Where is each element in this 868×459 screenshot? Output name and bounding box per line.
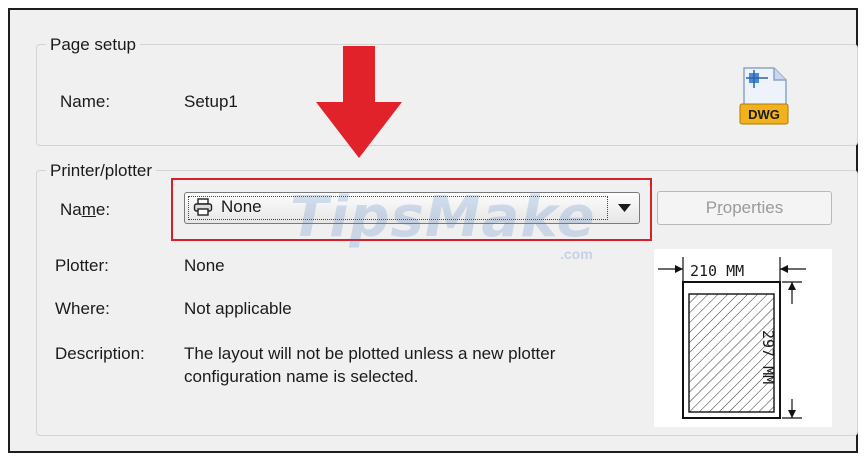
where-value: Not applicable: [184, 299, 292, 318]
printer-name-label-post: e:: [95, 200, 111, 219]
paper-width-label: 210 MM: [690, 262, 745, 280]
properties-label-pre: P: [705, 198, 718, 217]
description-line-2: configuration name is selected.: [184, 367, 419, 386]
description-label: Description:: [55, 344, 145, 363]
page-setup-name-label: Name:: [60, 92, 111, 111]
plotter-value: None: [184, 256, 225, 275]
printer-name-label-mnemonic: m: [81, 200, 96, 219]
printer-name-label-pre: Na: [60, 200, 82, 219]
properties-label-post: operties: [722, 198, 784, 217]
paper-height-label: 297 MM: [759, 330, 777, 385]
description-line-1: The layout will not be plotted unless a …: [184, 344, 556, 363]
highlight-box: [171, 178, 652, 241]
where-label: Where:: [55, 299, 110, 318]
properties-button[interactable]: Properties: [657, 191, 832, 225]
page-setup-name-value: Setup1: [184, 92, 238, 111]
red-down-arrow: [316, 46, 402, 158]
dwg-icon-text: DWG: [748, 107, 780, 122]
plotter-label: Plotter:: [55, 256, 109, 275]
printer-name-label: Name:: [60, 200, 110, 220]
printer-plotter-legend: Printer/plotter: [46, 161, 157, 181]
page-setup-legend: Page setup: [46, 35, 141, 55]
page-setup-group: [36, 44, 858, 146]
dwg-file-icon: DWG: [739, 67, 789, 125]
